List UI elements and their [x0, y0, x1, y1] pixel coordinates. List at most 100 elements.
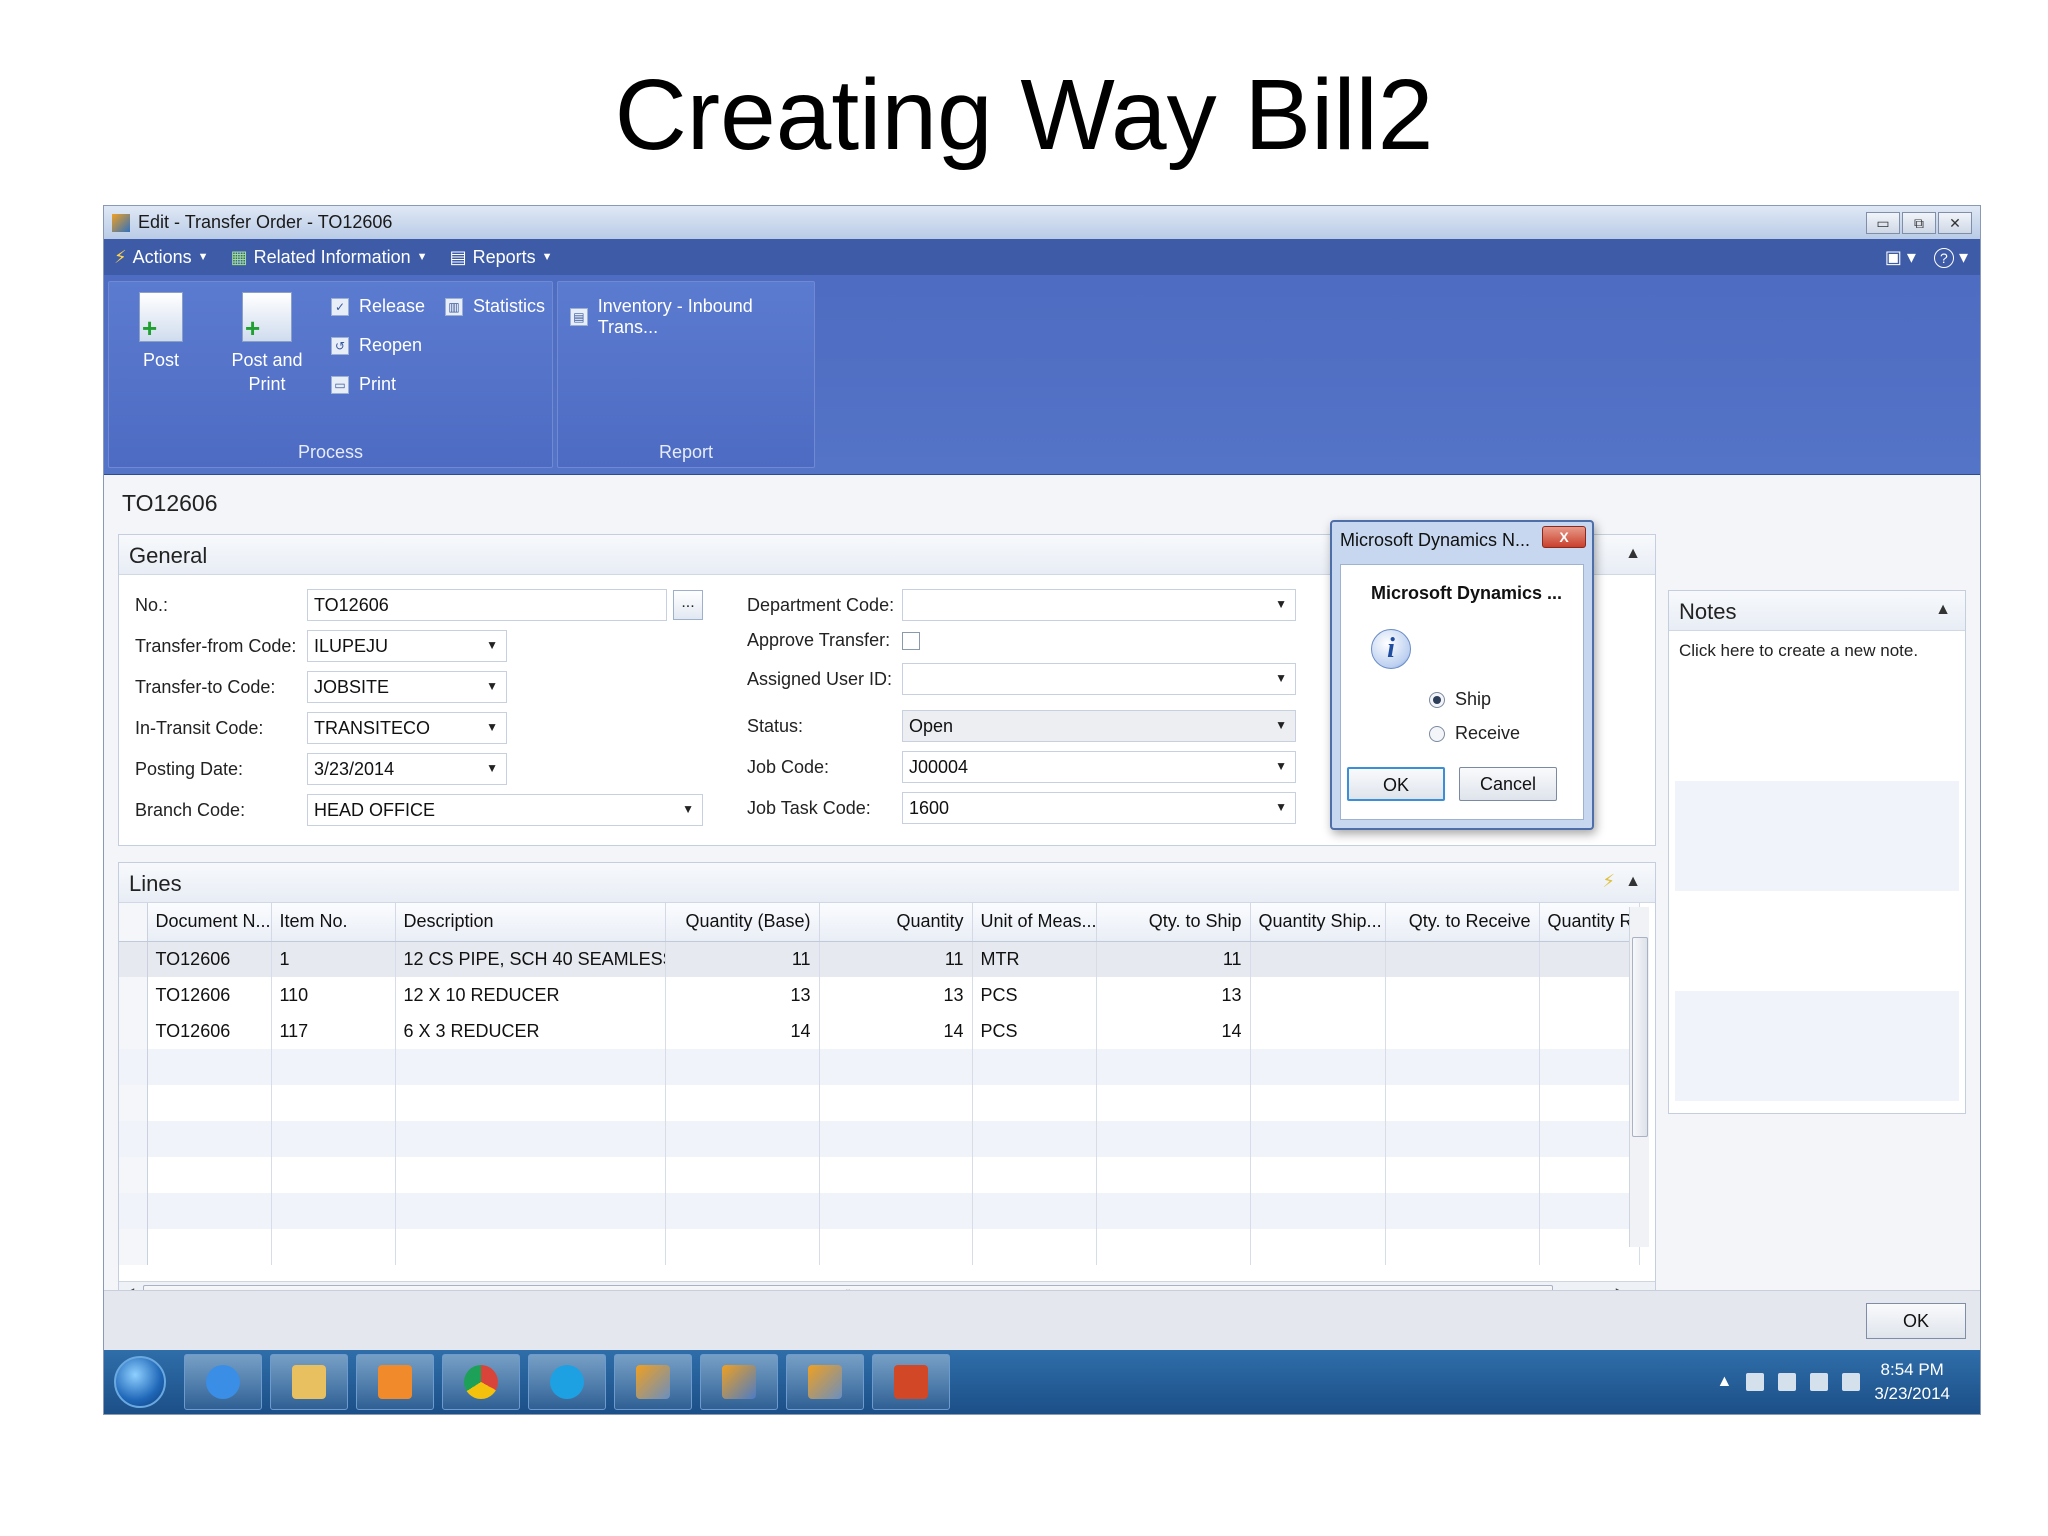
table-cell[interactable] [1250, 977, 1386, 1013]
posting-date-input[interactable]: 3/23/2014 ▼ [307, 753, 507, 785]
row-selector[interactable] [119, 1013, 148, 1049]
close-window-button[interactable]: ✕ [1938, 211, 1972, 234]
ok-button[interactable]: OK [1866, 1303, 1966, 1339]
reports-menu[interactable]: ▤ Reports ▼ [450, 247, 553, 268]
assigned-user-select[interactable]: ▼ [902, 663, 1296, 695]
minimize-button[interactable]: ▭ [1866, 211, 1900, 234]
layout-menu-icon[interactable]: ▣ ▾ [1885, 247, 1916, 268]
table-cell[interactable]: 13 [1096, 977, 1251, 1013]
empty-row[interactable] [119, 1049, 1640, 1085]
create-note-link[interactable]: Click here to create a new note. [1679, 641, 1918, 660]
volume-icon[interactable] [1842, 1373, 1861, 1391]
close-icon[interactable]: X [1542, 526, 1586, 548]
table-row[interactable]: TO12606 110 12 X 10 REDUCER 13 13 PCS 13 [119, 977, 1640, 1013]
table-cell[interactable] [1385, 941, 1540, 977]
column-header[interactable]: Quantity Re [1539, 903, 1640, 942]
job-task-code-select[interactable]: 1600 ▼ [902, 792, 1296, 824]
empty-row[interactable] [119, 1157, 1640, 1193]
table-cell[interactable] [1385, 1013, 1540, 1049]
taskbar-button[interactable] [270, 1354, 348, 1410]
taskbar-button[interactable] [872, 1354, 950, 1410]
related-information-menu[interactable]: ▦ Related Information ▼ [231, 247, 428, 268]
ship-radio[interactable]: Ship [1429, 689, 1491, 710]
taskbar-button[interactable] [528, 1354, 606, 1410]
transfer-from-select[interactable]: ILUPEJU ▼ [307, 630, 507, 662]
no-input[interactable]: TO12606 [307, 589, 667, 621]
taskbar-button[interactable] [356, 1354, 434, 1410]
start-button[interactable] [114, 1356, 166, 1408]
table-cell[interactable]: PCS [972, 977, 1097, 1013]
lines-header[interactable]: Lines ▲ ⚡ [119, 863, 1655, 903]
table-cell[interactable] [1385, 977, 1540, 1013]
in-transit-select[interactable]: TRANSITECO ▼ [307, 712, 507, 744]
column-header[interactable]: Quantity (Base) [665, 903, 820, 942]
reopen-button[interactable]: ↺ Reopen [331, 335, 422, 356]
table-cell[interactable]: 14 [1096, 1013, 1251, 1049]
column-header[interactable]: Quantity [819, 903, 973, 942]
receive-radio[interactable]: Receive [1429, 723, 1520, 744]
chevron-up-icon[interactable]: ▲ [1625, 873, 1641, 891]
column-header[interactable]: Qty. to Receive [1385, 903, 1540, 942]
status-select[interactable]: Open ▼ [902, 710, 1296, 742]
empty-row[interactable] [119, 1121, 1640, 1157]
table-cell[interactable]: 11 [665, 941, 820, 977]
table-cell[interactable]: 12 X 10 REDUCER [395, 977, 666, 1013]
table-cell[interactable] [1539, 977, 1640, 1013]
release-button[interactable]: ✓ Release [331, 296, 425, 317]
post-button[interactable]: Post [131, 292, 191, 372]
branch-code-select[interactable]: HEAD OFFICE ▼ [307, 794, 703, 826]
column-header[interactable]: Description [395, 903, 666, 942]
table-cell[interactable]: MTR [972, 941, 1097, 977]
column-header[interactable]: Unit of Meas... [972, 903, 1097, 942]
table-cell[interactable]: 110 [271, 977, 396, 1013]
chevron-up-icon[interactable]: ▲ [1935, 601, 1951, 619]
show-hidden-icons-icon[interactable]: ▲ [1717, 1373, 1733, 1391]
table-cell[interactable]: TO12606 [147, 941, 272, 977]
table-cell[interactable]: 1 [271, 941, 396, 977]
taskbar-button[interactable] [700, 1354, 778, 1410]
restore-button[interactable]: ⧉ [1902, 211, 1936, 234]
lightning-icon[interactable]: ⚡ [1602, 871, 1615, 892]
table-row[interactable]: TO12606 1 12 CS PIPE, SCH 40 SEAMLESS PI… [119, 941, 1640, 977]
dialog-cancel-button[interactable]: Cancel [1459, 767, 1557, 801]
column-header[interactable]: Item No. [271, 903, 396, 942]
table-cell[interactable]: 14 [819, 1013, 973, 1049]
post-and-print-button[interactable]: Post and Print [227, 292, 307, 396]
table-cell[interactable] [1539, 1013, 1640, 1049]
scroll-thumb[interactable] [1632, 937, 1648, 1137]
column-header[interactable]: Document N... [147, 903, 272, 942]
lines-vertical-scrollbar[interactable] [1629, 907, 1649, 1247]
inventory-inbound-button[interactable]: ▤ Inventory - Inbound Trans... [570, 296, 814, 338]
table-cell[interactable]: 13 [665, 977, 820, 1013]
table-row[interactable]: TO12606 117 6 X 3 REDUCER 14 14 PCS 14 [119, 1013, 1640, 1049]
approve-transfer-checkbox[interactable] [902, 631, 920, 650]
table-cell[interactable]: 14 [665, 1013, 820, 1049]
row-selector[interactable] [119, 977, 148, 1013]
print-button[interactable]: ▭ Print [331, 374, 396, 395]
table-cell[interactable]: PCS [972, 1013, 1097, 1049]
table-cell[interactable]: 11 [1096, 941, 1251, 977]
assist-edit-button[interactable]: ... [673, 590, 703, 620]
column-header[interactable]: Quantity Ship... [1250, 903, 1386, 942]
actions-menu[interactable]: ⚡ Actions ▼ [114, 247, 209, 268]
clock[interactable]: 8:54 PM 3/23/2014 [1874, 1358, 1950, 1406]
table-cell[interactable] [1250, 1013, 1386, 1049]
table-cell[interactable]: 6 X 3 REDUCER [395, 1013, 666, 1049]
department-code-select[interactable]: ▼ [902, 589, 1296, 621]
empty-row[interactable] [119, 1229, 1640, 1265]
table-cell[interactable] [1250, 941, 1386, 977]
chevron-up-icon[interactable]: ▲ [1625, 545, 1641, 563]
notes-header[interactable]: Notes ▲ [1669, 591, 1965, 631]
taskbar-button[interactable] [614, 1354, 692, 1410]
transfer-to-select[interactable]: JOBSITE ▼ [307, 671, 507, 703]
job-code-select[interactable]: J00004 ▼ [902, 751, 1296, 783]
table-cell[interactable]: 11 [819, 941, 973, 977]
empty-row[interactable] [119, 1193, 1640, 1229]
action-center-flag-icon[interactable] [1746, 1373, 1765, 1391]
help-menu[interactable]: ? ▾ [1933, 247, 1968, 268]
dialog-ok-button[interactable]: OK [1347, 767, 1445, 801]
taskbar-button[interactable] [786, 1354, 864, 1410]
table-cell[interactable]: TO12606 [147, 977, 272, 1013]
network-icon[interactable] [1810, 1373, 1829, 1391]
power-icon[interactable] [1778, 1373, 1797, 1391]
